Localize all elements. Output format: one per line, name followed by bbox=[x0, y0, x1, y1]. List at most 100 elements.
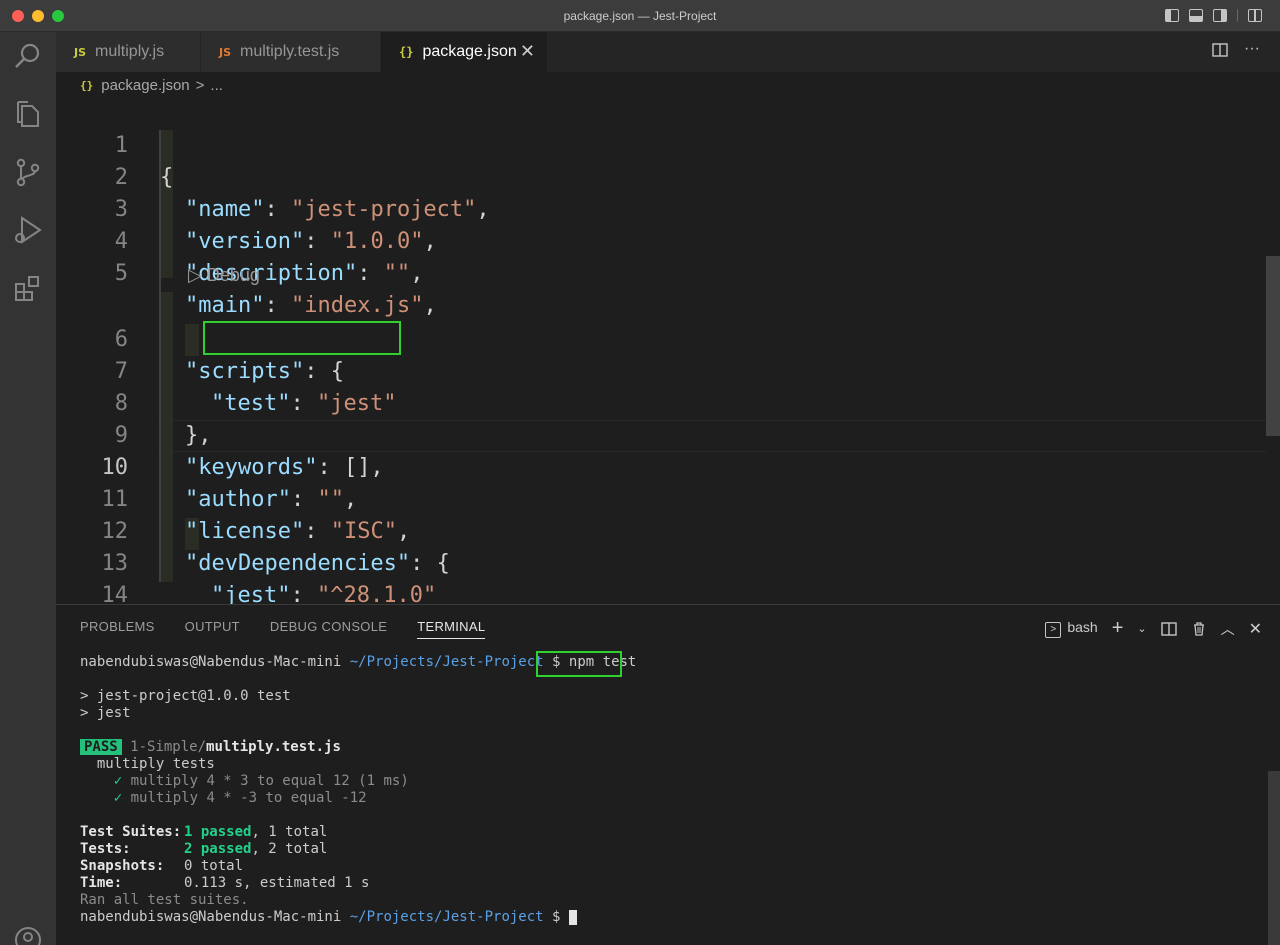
title-bar: package.json — Jest-Project bbox=[0, 0, 1280, 32]
editor-tab-bar: JS multiply.js JS multiply.test.js {} pa… bbox=[56, 32, 1280, 72]
terminal-line: Ran all test suites. bbox=[80, 892, 249, 908]
maximize-panel-icon[interactable]: ︿ bbox=[1221, 619, 1235, 639]
line-number: 5 bbox=[114, 261, 128, 286]
tab-debug-console[interactable]: DEBUG CONSOLE bbox=[270, 619, 387, 639]
highlight-test-script-box bbox=[203, 321, 401, 355]
terminal-line: > jest-project@1.0.0 test bbox=[80, 688, 291, 704]
source-control-icon[interactable] bbox=[12, 156, 44, 188]
terminal-icon: > bbox=[1045, 622, 1062, 638]
code-line-current: 10 "author": "", bbox=[56, 420, 1266, 512]
summary-total: , 1 total bbox=[251, 824, 328, 840]
prompt-path: ~/Projects/Jest-Project bbox=[349, 909, 544, 925]
chevron-down-icon[interactable]: ⌄ bbox=[1137, 622, 1146, 635]
window-title: package.json — Jest-Project bbox=[563, 9, 717, 23]
terminal-line: Test Suites: 1 passed, 1 total bbox=[80, 824, 636, 841]
code-line: 1 { bbox=[56, 98, 1266, 190]
terminal-shell-selector[interactable]: > bash bbox=[1045, 619, 1098, 638]
terminal-line: > jest bbox=[80, 705, 131, 721]
prompt-symbol: $ bbox=[552, 909, 561, 925]
test-dir: 1-Simple/ bbox=[130, 739, 207, 755]
layout-controls bbox=[1165, 9, 1262, 22]
tab-problems[interactable]: PROBLEMS bbox=[80, 619, 155, 639]
tab-multiply-test-js[interactable]: JS multiply.test.js bbox=[201, 32, 381, 72]
code-line: 8 }, bbox=[56, 356, 1266, 448]
terminal-line: ✓ multiply 4 * -3 to equal -12 bbox=[80, 790, 636, 807]
code-line: 12 "devDependencies": { bbox=[56, 484, 1266, 576]
toggle-secondary-sidebar-icon[interactable] bbox=[1213, 9, 1227, 22]
run-debug-icon[interactable] bbox=[12, 214, 44, 246]
toggle-sidebar-icon[interactable] bbox=[1165, 9, 1179, 22]
new-terminal-icon[interactable]: + bbox=[1112, 617, 1124, 640]
toggle-panel-icon[interactable] bbox=[1189, 9, 1203, 22]
tab-label: multiply.js bbox=[95, 43, 165, 60]
terminal-line: Tests: 2 passed, 2 total bbox=[80, 841, 636, 858]
split-terminal-icon[interactable] bbox=[1160, 621, 1177, 637]
code-line: 14 } bbox=[56, 548, 1266, 604]
accounts-icon[interactable] bbox=[12, 924, 44, 945]
search-icon[interactable] bbox=[12, 40, 44, 72]
trash-icon[interactable] bbox=[1191, 621, 1207, 637]
json-value: "" bbox=[383, 261, 411, 286]
panel-tabs: PROBLEMS OUTPUT DEBUG CONSOLE TERMINAL bbox=[80, 619, 486, 639]
tab-label: multiply.test.js bbox=[240, 43, 340, 60]
editor-scrollbar-thumb[interactable] bbox=[1266, 256, 1280, 436]
summary-label: Time: bbox=[80, 875, 123, 891]
breadcrumb-more[interactable]: ... bbox=[210, 77, 223, 94]
terminal-line: Time: 0.113 s, estimated 1 s bbox=[80, 875, 636, 892]
debug-codelens[interactable]: ▷ Debug bbox=[188, 262, 260, 288]
tab-multiply-js[interactable]: JS multiply.js bbox=[56, 32, 201, 72]
close-panel-icon[interactable]: ✕ bbox=[1249, 619, 1262, 639]
json-file-icon: {} bbox=[399, 45, 414, 59]
breadcrumb-file[interactable]: package.json bbox=[101, 77, 189, 94]
close-icon[interactable]: ✕ bbox=[520, 42, 535, 60]
summary-value: 0 total bbox=[184, 858, 244, 874]
terminal-blank bbox=[80, 807, 636, 824]
chevron-right-icon: > bbox=[195, 76, 205, 94]
breadcrumb: {} package.json > ... bbox=[56, 72, 1280, 98]
code-line: 15 } bbox=[56, 582, 1266, 604]
shell-name: bash bbox=[1067, 619, 1098, 635]
summary-label: Tests: bbox=[80, 841, 131, 857]
code-line: 9 "keywords": [], bbox=[56, 388, 1266, 480]
prompt-user: nabendubiswas@Nabendus-Mac-mini bbox=[80, 654, 342, 670]
extensions-icon[interactable] bbox=[12, 272, 44, 304]
terminal-line: nabendubiswas@Nabendus-Mac-mini ~/Projec… bbox=[80, 909, 636, 926]
test-file: multiply.test.js bbox=[206, 739, 341, 755]
summary-label: Test Suites: bbox=[80, 824, 182, 840]
summary-value: 0.113 s, estimated 1 s bbox=[184, 875, 370, 891]
more-actions-icon[interactable]: ··· bbox=[1244, 41, 1260, 58]
code-line: 2 "name": "jest-project", bbox=[56, 130, 1266, 222]
json-file-icon: {} bbox=[80, 78, 94, 92]
punct: , bbox=[410, 261, 424, 286]
editor-scrollbar[interactable] bbox=[1266, 98, 1280, 604]
summary-passed: 2 passed bbox=[184, 841, 252, 857]
tab-package-json[interactable]: {} package.json ✕ bbox=[381, 32, 548, 72]
terminal-line: Snapshots: 0 total bbox=[80, 858, 636, 875]
code-line: 6 "scripts": { bbox=[56, 292, 1266, 384]
tab-terminal[interactable]: TERMINAL bbox=[417, 619, 486, 639]
terminal-scrollbar[interactable] bbox=[1268, 771, 1280, 945]
test-result: multiply 4 * -3 to equal -12 bbox=[130, 790, 367, 806]
play-icon: ▷ bbox=[188, 265, 207, 285]
terminal-blank bbox=[80, 722, 636, 739]
code-editor[interactable]: 1 { 2 "name": "jest-project", 3 "version… bbox=[56, 98, 1280, 604]
editor-actions: ··· bbox=[1212, 41, 1260, 58]
tab-output[interactable]: OUTPUT bbox=[185, 619, 240, 639]
summary-label: Snapshots: bbox=[80, 858, 165, 874]
customize-layout-icon[interactable] bbox=[1248, 9, 1262, 22]
terminal-line: multiply tests bbox=[80, 756, 636, 773]
split-editor-icon[interactable] bbox=[1212, 42, 1228, 58]
js-test-file-icon: JS bbox=[219, 45, 232, 59]
terminal-output[interactable]: nabendubiswas@Nabendus-Mac-mini ~/Projec… bbox=[80, 654, 636, 926]
test-result: multiply 4 * 3 to equal 12 (1 ms) bbox=[130, 773, 409, 789]
layout-divider bbox=[1237, 9, 1238, 22]
explorer-icon[interactable] bbox=[12, 98, 44, 130]
terminal-cursor bbox=[568, 909, 577, 925]
highlight-command-box bbox=[536, 651, 622, 677]
activity-bar bbox=[0, 32, 56, 945]
check-icon: ✓ bbox=[113, 773, 123, 789]
terminal-line: PASS 1-Simple/multiply.test.js bbox=[80, 739, 636, 756]
code-line: 13 "jest": "^28.1.0" bbox=[56, 516, 1266, 604]
prompt-user: nabendubiswas@Nabendus-Mac-mini bbox=[80, 909, 342, 925]
code-line: 3 "version": "1.0.0", bbox=[56, 162, 1266, 254]
